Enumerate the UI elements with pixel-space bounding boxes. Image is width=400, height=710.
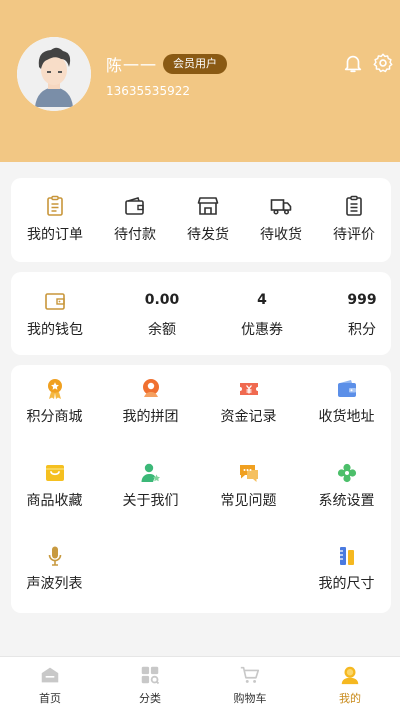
chat-icon xyxy=(237,461,261,485)
points-label: 积分 xyxy=(348,322,376,338)
service-label: 系统设置 xyxy=(318,493,375,509)
favorite-box-icon xyxy=(43,461,67,485)
services-card: 积分商城 我的拼团 资金记录 收货地址 商品收藏 关于我们 常见问题 系统设置 … xyxy=(11,365,391,613)
profile-header: 陈一一 会员用户 13635535922 xyxy=(0,0,400,162)
balance-label: 余额 xyxy=(148,322,176,338)
orders-card: 我的订单 待付款 待发货 待收货 待评价 xyxy=(11,178,391,262)
member-badge: 会员用户 xyxy=(163,54,227,74)
order-label: 待付款 xyxy=(114,227,156,243)
tab-home[interactable]: 首页 xyxy=(0,664,100,706)
about-us-button[interactable]: 关于我们 xyxy=(103,461,198,510)
review-icon xyxy=(342,194,366,218)
username: 陈一一 xyxy=(106,56,158,75)
bottom-tab-bar: 首页 分类 购物车 我的 xyxy=(0,656,400,710)
service-label: 常见问题 xyxy=(220,493,277,509)
group-icon xyxy=(139,377,163,401)
service-label: 我的拼团 xyxy=(122,409,179,425)
balance-stat[interactable]: 0.00 余额 xyxy=(124,289,200,339)
user-star-icon xyxy=(139,461,163,485)
order-label: 我的订单 xyxy=(27,227,83,243)
points-mall-button[interactable]: 积分商城 xyxy=(7,377,102,426)
tab-label: 购物车 xyxy=(233,692,267,705)
ruler-icon xyxy=(335,544,359,568)
purse-icon xyxy=(43,289,67,313)
coupons-label: 优惠券 xyxy=(241,322,283,338)
shipping-address-button[interactable]: 收货地址 xyxy=(299,377,394,426)
wallet-label: 我的钱包 xyxy=(27,322,83,338)
service-label: 声波列表 xyxy=(26,576,83,592)
pending-receipt-button[interactable]: 待收货 xyxy=(243,194,319,244)
points-stat[interactable]: 999 积分 xyxy=(324,289,400,339)
fund-records-button[interactable]: 资金记录 xyxy=(201,377,296,426)
category-icon xyxy=(139,664,161,686)
system-settings-button[interactable]: 系统设置 xyxy=(299,461,394,510)
service-label: 资金记录 xyxy=(220,409,277,425)
service-label: 商品收藏 xyxy=(26,493,83,509)
medal-icon xyxy=(43,377,67,401)
home-icon xyxy=(39,664,61,686)
phone-number: 13635535922 xyxy=(106,84,190,98)
avatar[interactable] xyxy=(17,37,91,111)
tab-cart[interactable]: 购物车 xyxy=(200,664,300,706)
service-label: 我的尺寸 xyxy=(318,576,375,592)
service-label: 关于我们 xyxy=(122,493,179,509)
tab-label: 分类 xyxy=(139,692,161,705)
pending-payment-button[interactable]: 待付款 xyxy=(97,194,173,244)
my-size-button[interactable]: 我的尺寸 xyxy=(299,544,394,593)
gear-icon[interactable] xyxy=(372,52,394,74)
wallet-card: 我的钱包 0.00 余额 4 优惠券 999 积分 xyxy=(11,272,391,355)
faq-button[interactable]: 常见问题 xyxy=(201,461,296,510)
truck-icon xyxy=(269,194,293,218)
service-label: 收货地址 xyxy=(318,409,375,425)
pending-shipment-button[interactable]: 待发货 xyxy=(170,194,246,244)
tab-label: 首页 xyxy=(39,692,61,705)
settings-flower-icon xyxy=(335,461,359,485)
favorites-button[interactable]: 商品收藏 xyxy=(7,461,102,510)
points-value: 999 xyxy=(347,292,377,308)
tab-category[interactable]: 分类 xyxy=(100,664,200,706)
wallet-icon xyxy=(123,194,147,218)
service-label: 积分商城 xyxy=(26,409,83,425)
tab-profile[interactable]: 我的 xyxy=(300,664,400,706)
microphone-icon xyxy=(43,544,67,568)
coupons-stat[interactable]: 4 优惠券 xyxy=(224,289,300,339)
clipboard-icon xyxy=(43,194,67,218)
tab-label: 我的 xyxy=(339,692,361,705)
my-wallet-button[interactable]: 我的钱包 xyxy=(17,289,93,339)
shop-icon xyxy=(196,194,220,218)
avatar-icon xyxy=(17,37,91,111)
profile-icon xyxy=(339,664,361,686)
order-label: 待收货 xyxy=(260,227,302,243)
my-group-buy-button[interactable]: 我的拼团 xyxy=(103,377,198,426)
ticket-icon xyxy=(237,377,261,401)
bell-icon[interactable] xyxy=(342,52,364,74)
sound-wave-list-button[interactable]: 声波列表 xyxy=(7,544,102,593)
coupons-value: 4 xyxy=(257,292,267,308)
pending-review-button[interactable]: 待评价 xyxy=(316,194,392,244)
order-label: 待评价 xyxy=(333,227,375,243)
cart-icon xyxy=(239,664,261,686)
balance-value: 0.00 xyxy=(144,292,180,308)
order-label: 待发货 xyxy=(187,227,229,243)
my-orders-button[interactable]: 我的订单 xyxy=(17,194,93,244)
wallet-blue-icon xyxy=(335,377,359,401)
